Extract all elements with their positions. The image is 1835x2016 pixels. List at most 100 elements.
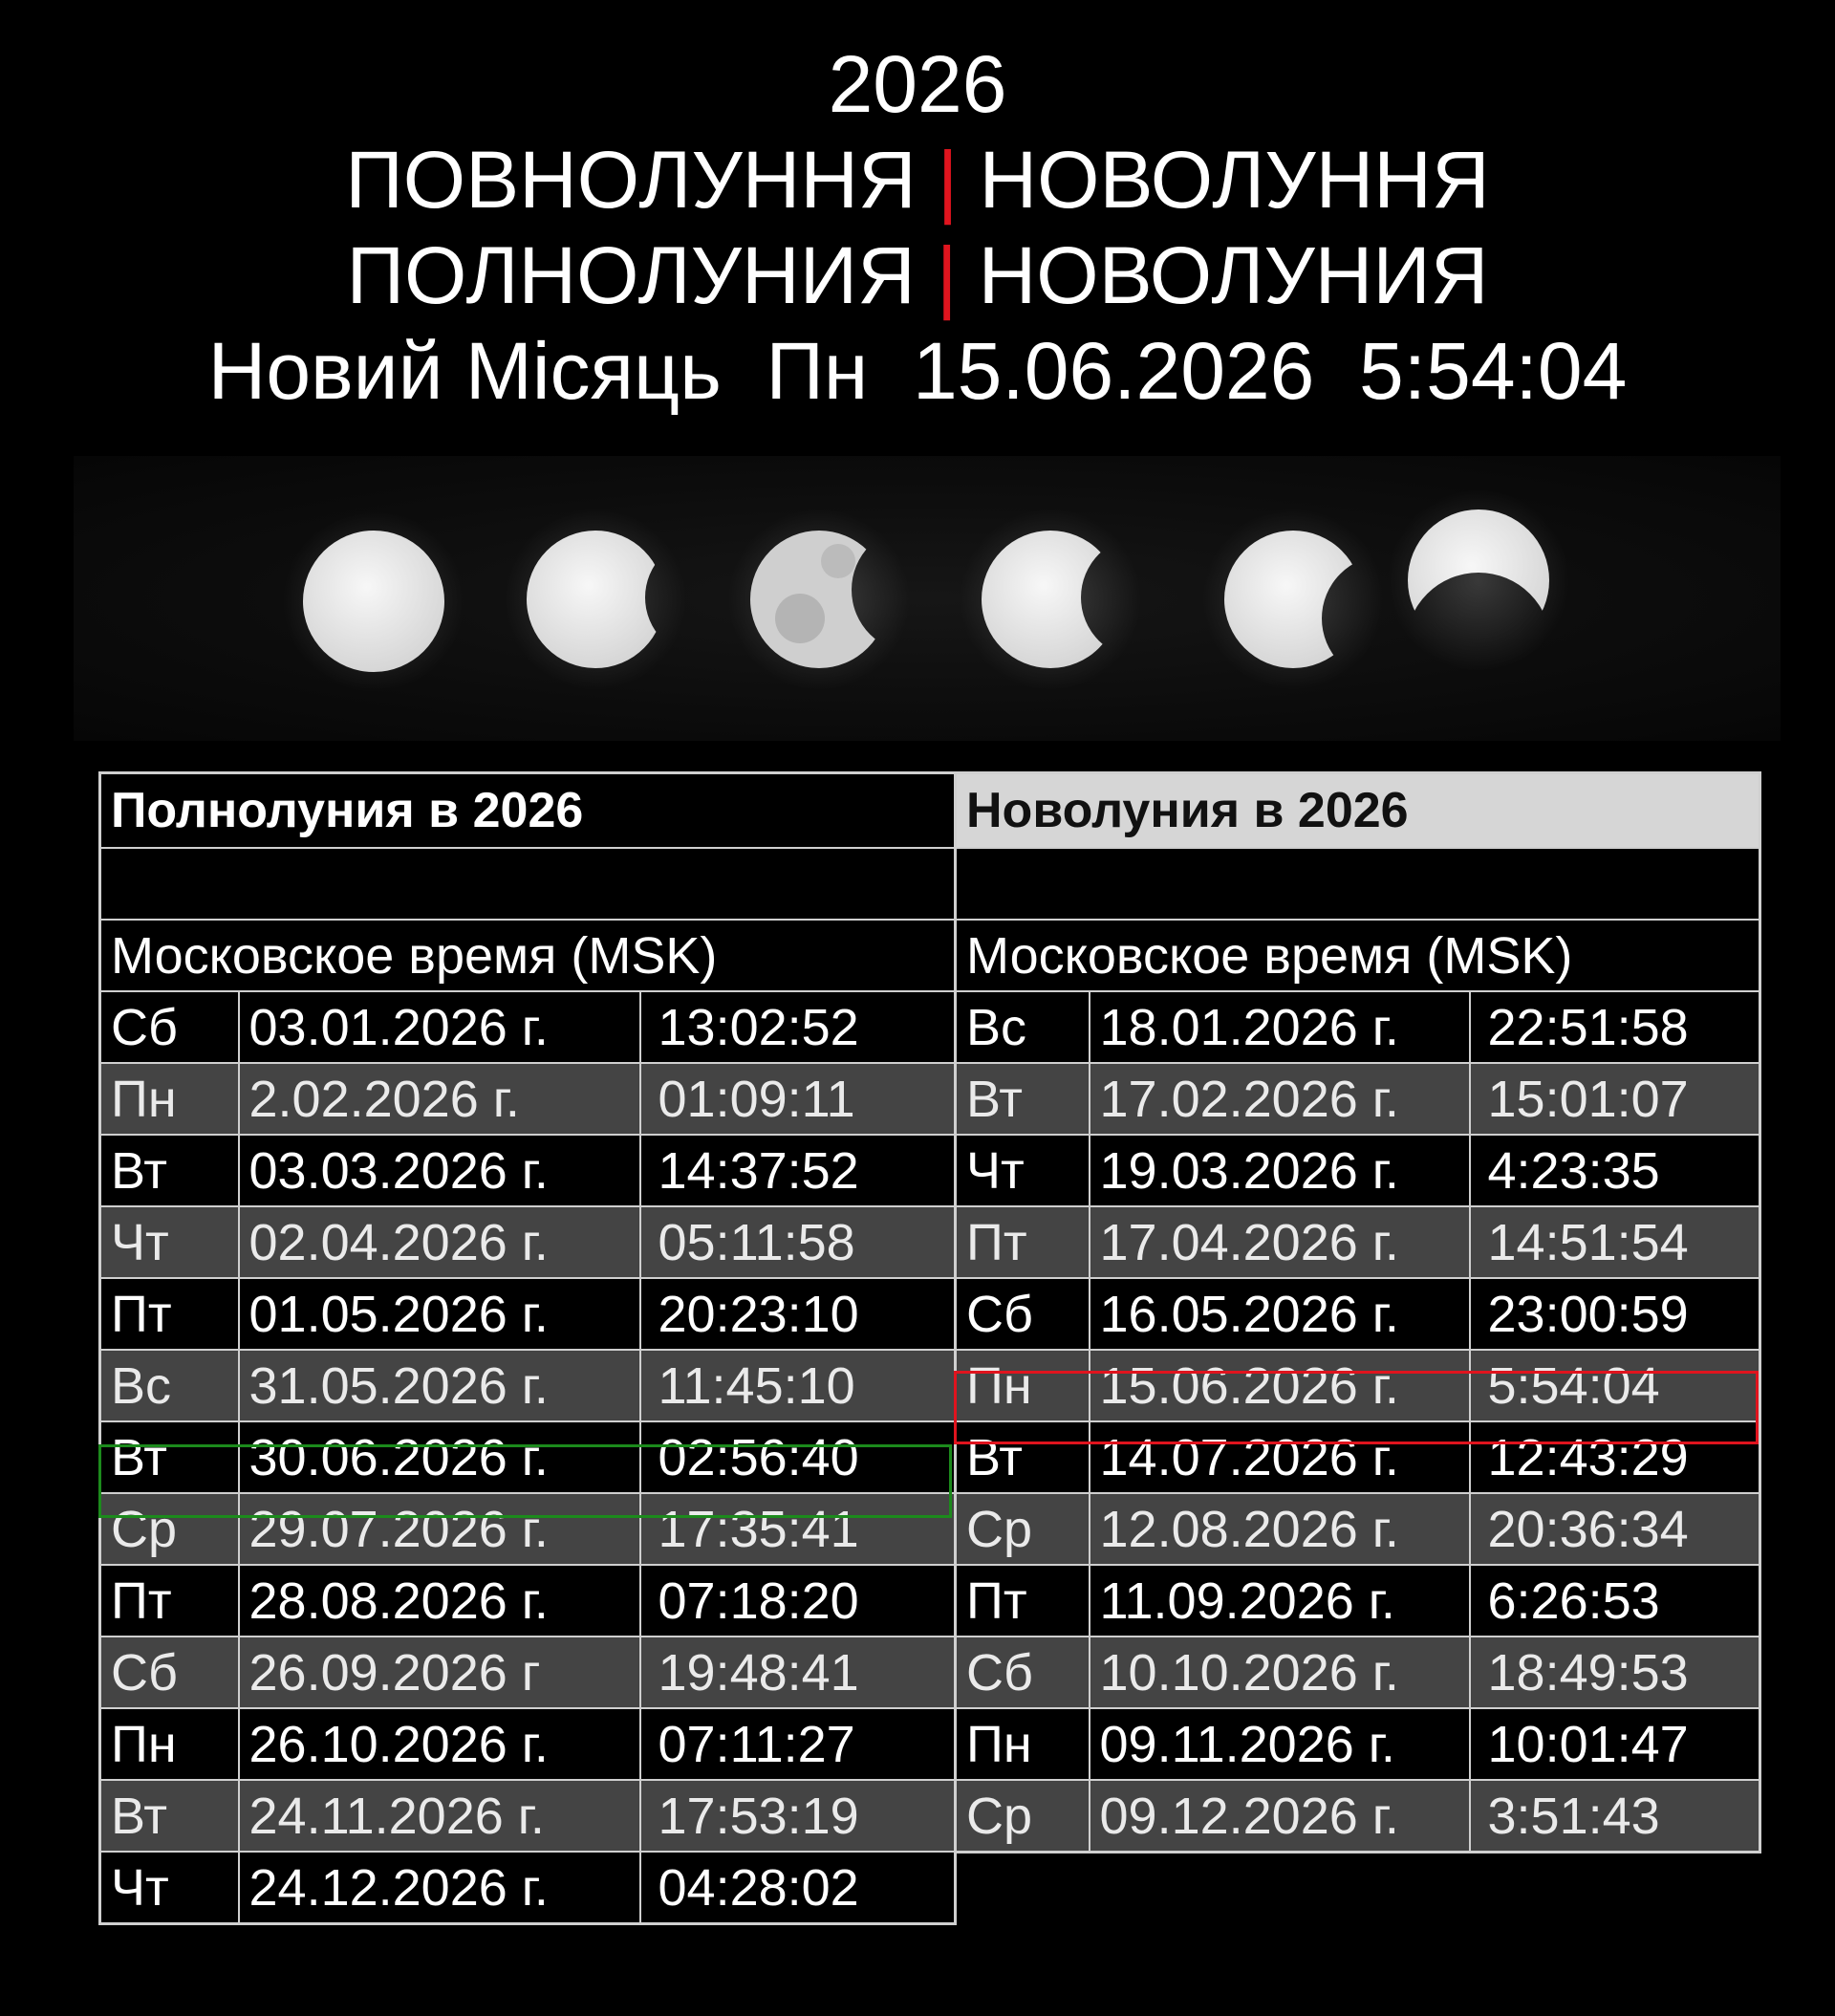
- date-cell: 17.04.2026 г.: [1088, 1205, 1471, 1279]
- table-row: Сб 26.09.2026 г 19:48:41: [98, 1636, 957, 1709]
- table-row: Вт 03.03.2026 г. 14:37:52: [98, 1134, 957, 1207]
- time-cell: 14:51:54: [1468, 1205, 1761, 1279]
- full-moons-timezone: Московское время (MSK): [98, 919, 957, 992]
- weekday-cell: Пт: [954, 1205, 1090, 1279]
- time-cell: 23:00:59: [1468, 1277, 1761, 1351]
- full-moons-title-uk: ПОВНОЛУННЯ: [345, 135, 917, 225]
- time-cell: 12:43:29: [1468, 1420, 1761, 1494]
- weekday-cell: Ср: [954, 1779, 1090, 1853]
- moon-phases-icon: [283, 489, 1569, 692]
- year-title: 2026: [828, 39, 1007, 129]
- time-cell: 07:18:20: [638, 1564, 957, 1637]
- table-row: Ср 12.08.2026 г. 20:36:34: [954, 1492, 1761, 1566]
- table-row: Пт 01.05.2026 г. 20:23:10: [98, 1277, 957, 1351]
- title-separator: |: [937, 135, 959, 225]
- table-row: Вт 24.11.2026 г. 17:53:19: [98, 1779, 957, 1853]
- date-cell: 03.03.2026 г.: [237, 1134, 641, 1207]
- date-cell: 18.01.2026 г.: [1088, 990, 1471, 1064]
- time-cell: 02:56:40: [638, 1420, 957, 1494]
- time-cell: 17:35:41: [638, 1492, 957, 1566]
- table-row: Сб 10.10.2026 г. 18:49:53: [954, 1636, 1761, 1709]
- date-cell: 15.06.2026 г.: [1088, 1349, 1471, 1422]
- weekday-cell: Чт: [98, 1205, 240, 1279]
- weekday-cell: Сб: [954, 1277, 1090, 1351]
- table-row: Вс 18.01.2026 г. 22:51:58: [954, 990, 1761, 1064]
- weekday-cell: Вт: [98, 1779, 240, 1853]
- new-moons-blank-row: [954, 847, 1761, 921]
- table-row: Пт 11.09.2026 г. 6:26:53: [954, 1564, 1761, 1637]
- new-moons-body: Новолуния в 2026 Московское время (MSK) …: [954, 771, 1761, 1853]
- new-moons-table: Новолуния в 2026 Московское время (MSK) …: [954, 771, 1761, 1853]
- date-cell: 09.12.2026 г.: [1088, 1779, 1471, 1853]
- time-cell: 5:54:04: [1468, 1349, 1761, 1422]
- new-moons-title-uk: НОВОЛУННЯ: [979, 135, 1490, 225]
- weekday-cell: Пт: [98, 1277, 240, 1351]
- table-row: Вт 17.02.2026 г. 15:01:07: [954, 1062, 1761, 1136]
- table-row: Вс 31.05.2026 г. 11:45:10: [98, 1349, 957, 1422]
- time-cell: 20:23:10: [638, 1277, 957, 1351]
- time-cell: 20:36:34: [1468, 1492, 1761, 1566]
- new-moon-event-line: Новий Місяць Пн 15.06.2026 5:54:04: [207, 326, 1628, 416]
- table-row: Ср 09.12.2026 г. 3:51:43: [954, 1779, 1761, 1853]
- new-moons-title-ru: НОВОЛУНИЯ: [978, 230, 1489, 320]
- table-row: Чт 24.12.2026 г. 04:28:02: [98, 1851, 957, 1925]
- time-cell: 01:09:11: [638, 1062, 957, 1136]
- date-cell: 16.05.2026 г.: [1088, 1277, 1471, 1351]
- time-cell: 04:28:02: [638, 1851, 957, 1925]
- full-moons-body: Полнолуния в 2026 Московское время (MSK)…: [98, 771, 957, 1925]
- weekday-cell: Вт: [954, 1420, 1090, 1494]
- time-cell: 11:45:10: [638, 1349, 957, 1422]
- weekday-cell: Вт: [98, 1420, 240, 1494]
- date-cell: 26.09.2026 г: [237, 1636, 641, 1709]
- date-cell: 2.02.2026 г.: [237, 1062, 641, 1136]
- title-block: 2026 ПОВНОЛУННЯ | НОВОЛУННЯ ПОЛНОЛУНИЯ | НОВ…: [0, 36, 1835, 419]
- weekday-cell: Вс: [954, 990, 1090, 1064]
- date-cell: 03.01.2026 г.: [237, 990, 641, 1064]
- time-cell: 19:48:41: [638, 1636, 957, 1709]
- date-cell: 24.11.2026 г.: [237, 1779, 641, 1853]
- date-cell: 10.10.2026 г.: [1088, 1636, 1471, 1709]
- date-cell: 19.03.2026 г.: [1088, 1134, 1471, 1207]
- weekday-cell: Пн: [98, 1707, 240, 1781]
- weekday-cell: Пт: [98, 1564, 240, 1637]
- table-row: Ср 29.07.2026 г. 17:35:41: [98, 1492, 957, 1566]
- weekday-cell: Пт: [954, 1564, 1090, 1637]
- date-cell: 14.07.2026 г.: [1088, 1420, 1471, 1494]
- table-row: Пн 26.10.2026 г. 07:11:27: [98, 1707, 957, 1781]
- time-cell: 05:11:58: [638, 1205, 957, 1279]
- date-cell: 17.02.2026 г.: [1088, 1062, 1471, 1136]
- time-cell: 17:53:19: [638, 1779, 957, 1853]
- table-row: Пт 17.04.2026 г. 14:51:54: [954, 1205, 1761, 1279]
- date-cell: 11.09.2026 г.: [1088, 1564, 1471, 1637]
- weekday-cell: Сб: [954, 1636, 1090, 1709]
- full-moons-title-ru: ПОЛНОЛУНИЯ: [346, 230, 916, 320]
- table-row: Пт 28.08.2026 г. 07:18:20: [98, 1564, 957, 1637]
- weekday-cell: Пн: [954, 1707, 1090, 1781]
- time-cell: 14:37:52: [638, 1134, 957, 1207]
- new-moons-timezone: Московское время (MSK): [954, 919, 1761, 992]
- weekday-cell: Пн: [954, 1349, 1090, 1422]
- time-cell: 15:01:07: [1468, 1062, 1761, 1136]
- time-cell: 22:51:58: [1468, 990, 1761, 1064]
- date-cell: 29.07.2026 г.: [237, 1492, 641, 1566]
- new-moons-table-title: Новолуния в 2026: [954, 771, 1761, 849]
- title-separator: |: [936, 230, 958, 320]
- date-cell: 02.04.2026 г.: [237, 1205, 641, 1279]
- weekday-cell: Вт: [954, 1062, 1090, 1136]
- moon-phases-strip: [74, 456, 1781, 741]
- date-cell: 31.05.2026 г.: [237, 1349, 641, 1422]
- table-row: Пн 15.06.2026 г. 5:54:04: [954, 1349, 1761, 1422]
- date-cell: 30.06.2026 г.: [237, 1420, 641, 1494]
- date-cell: 09.11.2026 г.: [1088, 1707, 1471, 1781]
- title-line-ukrainian: ПОВНОЛУННЯ | НОВОЛУННЯ: [0, 132, 1835, 228]
- table-row: Вт 30.06.2026 г. 02:56:40: [98, 1420, 957, 1494]
- weekday-cell: Вт: [98, 1134, 240, 1207]
- date-cell: 26.10.2026 г.: [237, 1707, 641, 1781]
- weekday-cell: Ср: [98, 1492, 240, 1566]
- time-cell: 10:01:47: [1468, 1707, 1761, 1781]
- time-cell: 07:11:27: [638, 1707, 957, 1781]
- weekday-cell: Чт: [98, 1851, 240, 1925]
- date-cell: 12.08.2026 г.: [1088, 1492, 1471, 1566]
- weekday-cell: Чт: [954, 1134, 1090, 1207]
- weekday-cell: Сб: [98, 990, 240, 1064]
